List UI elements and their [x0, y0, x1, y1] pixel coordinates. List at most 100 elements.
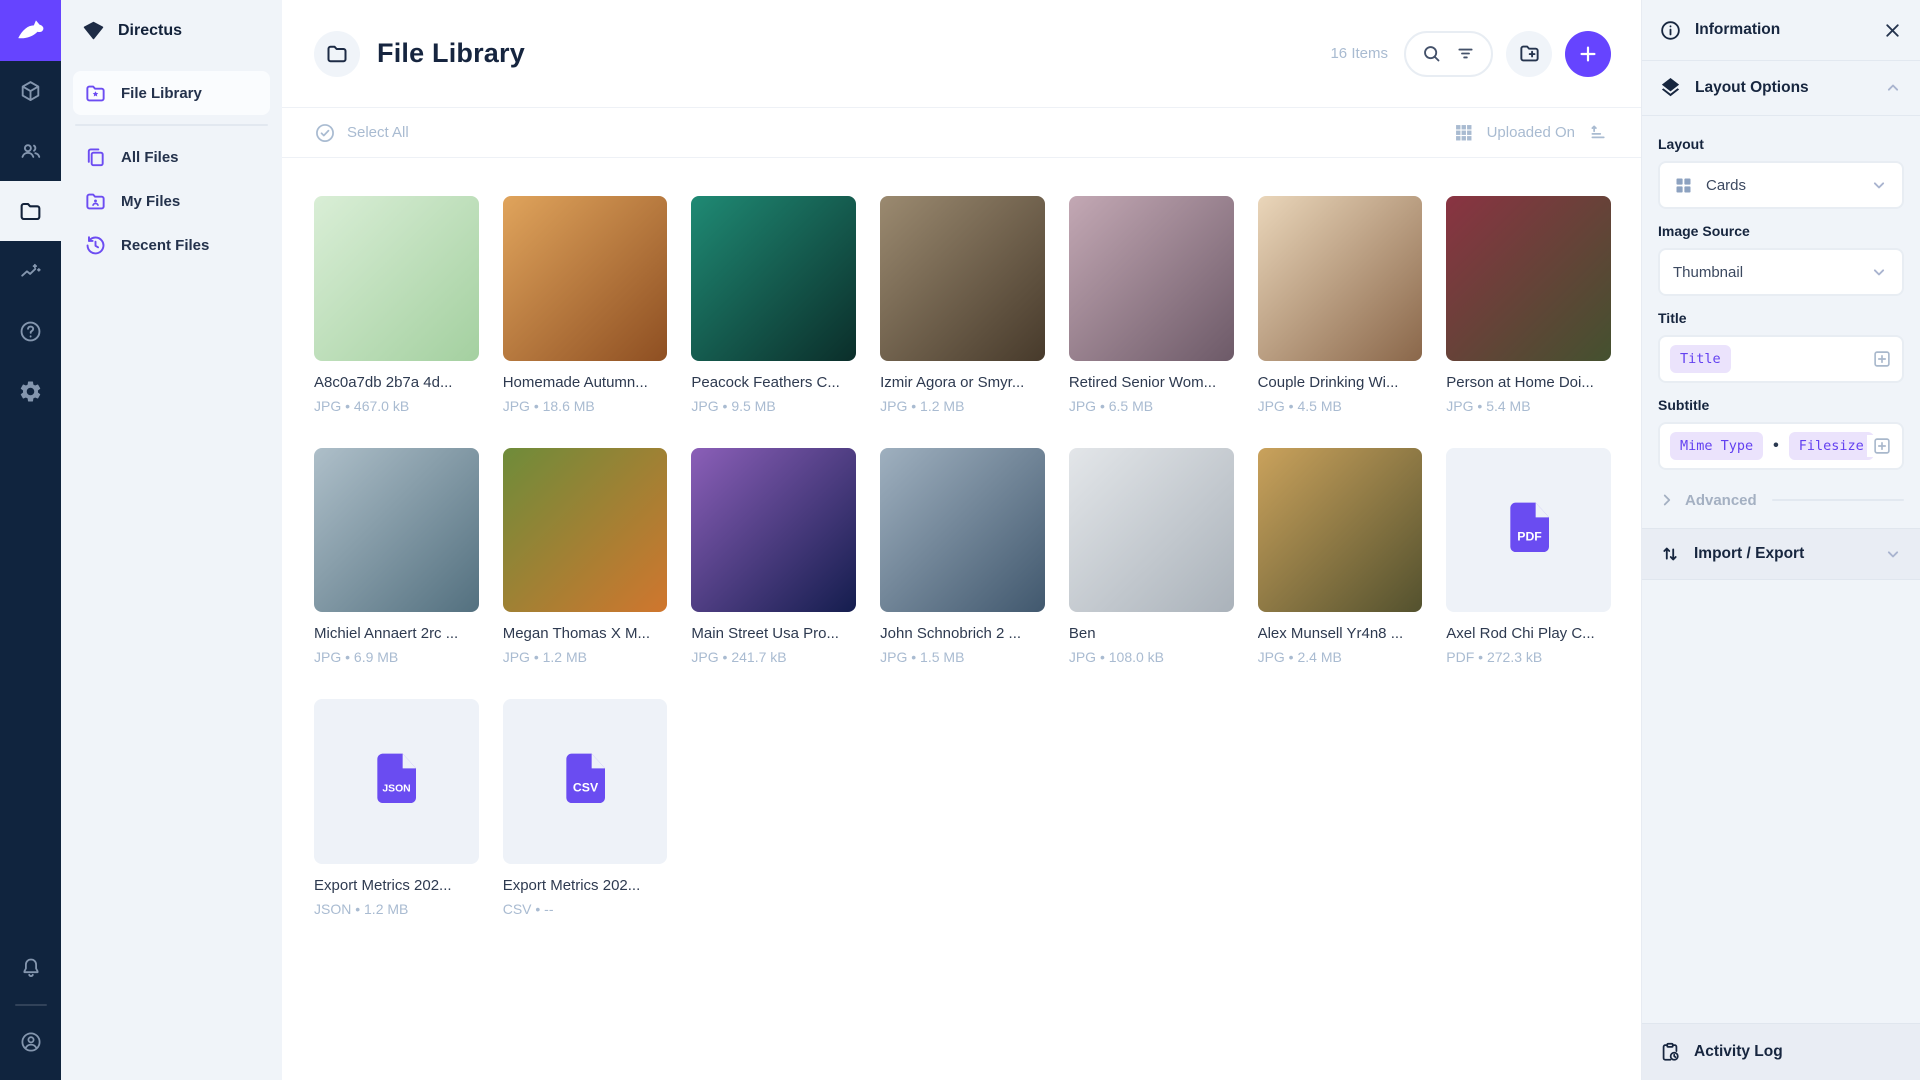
page-title: File Library [377, 38, 525, 69]
file-card[interactable]: Retired Senior Wom... JPG • 6.5 MB [1069, 196, 1234, 414]
file-grid: A8c0a7db 2b7a 4d... JPG • 467.0 kB Homem… [314, 196, 1611, 917]
file-card[interactable]: JSON Export Metrics 202... JSON • 1.2 MB [314, 699, 479, 917]
app-root: Directus File Library All F [0, 0, 1920, 1080]
information-header: Information [1642, 0, 1920, 60]
file-type-icon: PDF [1497, 496, 1561, 565]
chevron-down-icon [1869, 175, 1889, 195]
file-card[interactable]: John Schnobrich 2 ... JPG • 1.5 MB [880, 448, 1045, 666]
file-meta: JPG • 1.2 MB [503, 649, 668, 665]
notifications-bell-icon[interactable] [0, 938, 61, 998]
add-field-icon[interactable] [1867, 435, 1893, 457]
subtitle-template-input[interactable]: Mime Type • Filesize [1658, 422, 1904, 470]
file-meta: JSON • 1.2 MB [314, 901, 479, 917]
sidebar-divider [75, 124, 268, 126]
project-switcher[interactable]: Directus [61, 0, 282, 61]
import-export-section[interactable]: Import / Export [1642, 528, 1920, 580]
file-card[interactable]: Main Street Usa Pro... JPG • 241.7 kB [691, 448, 856, 666]
title-template-input[interactable]: Title [1658, 335, 1904, 383]
file-card[interactable]: Homemade Autumn... JPG • 18.6 MB [503, 196, 668, 414]
file-card[interactable]: Peacock Feathers C... JPG • 9.5 MB [691, 196, 856, 414]
file-thumbnail [314, 196, 479, 361]
sidebar-item-all-files[interactable]: All Files [73, 135, 270, 179]
info-icon [1659, 19, 1682, 42]
folder-star-icon [84, 82, 107, 105]
module-docs-icon[interactable] [0, 301, 61, 361]
add-field-icon[interactable] [1867, 348, 1893, 370]
file-title: Main Street Usa Pro... [691, 625, 856, 642]
filter-icon[interactable] [1455, 43, 1476, 64]
sidebar-item-file-library[interactable]: File Library [73, 71, 270, 115]
file-card[interactable]: Ben JPG • 108.0 kB [1069, 448, 1234, 666]
file-title: Peacock Feathers C... [691, 374, 856, 391]
file-thumbnail: CSV [503, 699, 668, 864]
file-title: Homemade Autumn... [503, 374, 668, 391]
select-all-button[interactable]: Select All [314, 122, 409, 144]
sidebar-item-label: File Library [121, 85, 202, 102]
filesize-chip[interactable]: Filesize [1789, 432, 1874, 460]
title-chip[interactable]: Title [1670, 345, 1731, 373]
sidebar-item-label: Recent Files [121, 237, 209, 254]
module-users-icon[interactable] [0, 121, 61, 181]
image-source-select[interactable]: Thumbnail [1658, 248, 1904, 296]
subtitle-field-label: Subtitle [1658, 397, 1904, 413]
file-card[interactable]: Alex Munsell Yr4n8 ... JPG • 2.4 MB [1258, 448, 1423, 666]
sort-field-button[interactable]: Uploaded On [1487, 124, 1575, 141]
image-source-select-value: Thumbnail [1673, 264, 1743, 281]
directus-logo-icon[interactable] [0, 0, 61, 61]
advanced-toggle[interactable]: Advanced [1658, 491, 1904, 509]
file-card[interactable]: Couple Drinking Wi... JPG • 4.5 MB [1258, 196, 1423, 414]
rail-divider [15, 1004, 47, 1006]
file-thumbnail [691, 448, 856, 613]
file-card[interactable]: A8c0a7db 2b7a 4d... JPG • 467.0 kB [314, 196, 479, 414]
file-thumbnail: JSON [314, 699, 479, 864]
file-card[interactable]: Megan Thomas X M... JPG • 1.2 MB [503, 448, 668, 666]
search-input[interactable] [1404, 31, 1493, 77]
file-thumbnail [503, 448, 668, 613]
file-title: Izmir Agora or Smyr... [880, 374, 1045, 391]
file-card[interactable]: CSV Export Metrics 202... CSV • -- [503, 699, 668, 917]
info-panel: Information Layout Options Layout [1641, 0, 1920, 1080]
file-title: Michiel Annaert 2rc ... [314, 625, 479, 642]
file-thumbnail [691, 196, 856, 361]
sort-direction-icon[interactable] [1588, 122, 1609, 143]
image-source-field-label: Image Source [1658, 223, 1904, 239]
items-count: 16 Items [1330, 45, 1388, 62]
title-field-label: Title [1658, 310, 1904, 326]
add-file-button[interactable] [1565, 31, 1611, 77]
module-settings-icon[interactable] [0, 361, 61, 421]
activity-log-button[interactable]: Activity Log [1642, 1023, 1920, 1080]
page-folder-icon [314, 31, 360, 77]
module-files-icon[interactable] [0, 181, 61, 241]
sidebar-item-my-files[interactable]: My Files [73, 179, 270, 223]
file-card[interactable]: Michiel Annaert 2rc ... JPG • 6.9 MB [314, 448, 479, 666]
create-folder-button[interactable] [1506, 31, 1552, 77]
layout-select[interactable]: Cards [1658, 161, 1904, 209]
file-card[interactable]: Izmir Agora or Smyr... JPG • 1.2 MB [880, 196, 1045, 414]
layout-options-section[interactable]: Layout Options [1642, 60, 1920, 116]
sidebar-item-label: My Files [121, 193, 180, 210]
file-meta: JPG • 4.5 MB [1258, 398, 1423, 414]
toolbar-right: Uploaded On [1453, 122, 1609, 143]
module-insights-icon[interactable] [0, 241, 61, 301]
file-card[interactable]: PDF Axel Rod Chi Play C... PDF • 272.3 k… [1446, 448, 1611, 666]
chevron-right-icon [1658, 491, 1676, 509]
file-title: Couple Drinking Wi... [1258, 374, 1423, 391]
file-meta: JPG • 108.0 kB [1069, 649, 1234, 665]
file-meta: JPG • 6.5 MB [1069, 398, 1234, 414]
mime-type-chip[interactable]: Mime Type [1670, 432, 1763, 460]
search-icon[interactable] [1421, 43, 1442, 64]
file-card[interactable]: Person at Home Doi... JPG • 5.4 MB [1446, 196, 1611, 414]
file-thumbnail: PDF [1446, 448, 1611, 613]
file-meta: JPG • 2.4 MB [1258, 649, 1423, 665]
sidebar-item-recent-files[interactable]: Recent Files [73, 223, 270, 267]
module-content-icon[interactable] [0, 61, 61, 121]
layout-options-body: Layout Cards Image Source Thumbnail [1642, 116, 1920, 528]
file-meta: PDF • 272.3 kB [1446, 649, 1611, 665]
layout-grid-icon[interactable] [1453, 122, 1474, 143]
user-avatar[interactable] [0, 1012, 61, 1072]
file-title: Alex Munsell Yr4n8 ... [1258, 625, 1423, 642]
information-title: Information [1695, 21, 1780, 39]
folder-person-icon [84, 190, 107, 213]
project-icon [82, 19, 105, 42]
close-icon[interactable] [1882, 20, 1903, 41]
